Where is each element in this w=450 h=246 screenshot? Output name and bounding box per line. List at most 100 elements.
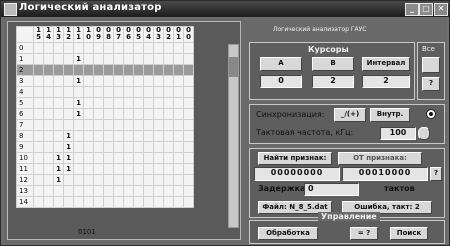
grid-cell[interactable] (83, 119, 94, 131)
grid-cell[interactable] (103, 141, 114, 153)
grid-cell[interactable] (83, 185, 94, 197)
grid-cell[interactable] (33, 130, 44, 142)
grid-row[interactable]: 31 (16, 75, 194, 87)
grid-cell[interactable] (163, 130, 174, 142)
grid-cell[interactable] (63, 174, 74, 186)
grid-cell[interactable]: 1 (53, 163, 64, 175)
grid-cell[interactable] (73, 196, 84, 208)
grid-cell[interactable] (103, 108, 114, 120)
search-button[interactable]: Поиск (390, 227, 428, 240)
grid-cell[interactable]: 1 (73, 53, 84, 65)
grid-cell[interactable] (183, 97, 194, 109)
cursor-a-button[interactable]: А (260, 57, 302, 71)
grid-cell[interactable] (83, 108, 94, 120)
grid-cell[interactable] (93, 174, 104, 186)
grid-cell[interactable] (33, 64, 44, 76)
grid-cell[interactable] (123, 86, 134, 98)
grid-cell[interactable] (103, 75, 114, 87)
grid-cell[interactable] (153, 130, 164, 142)
mode-select[interactable]: Обработка (258, 227, 318, 240)
grid-cell[interactable] (123, 42, 134, 54)
grid-cell[interactable] (113, 86, 124, 98)
grid-cell[interactable] (43, 75, 54, 87)
grid-cell[interactable] (143, 185, 154, 197)
grid-cell[interactable]: 1 (63, 152, 74, 164)
grid-cell[interactable] (123, 163, 134, 175)
grid-cell[interactable] (173, 185, 184, 197)
grid-cell[interactable] (93, 42, 104, 54)
grid-cell[interactable] (113, 185, 124, 197)
grid-cell[interactable] (173, 152, 184, 164)
grid-cell[interactable] (33, 185, 44, 197)
grid-row[interactable]: 81 (16, 130, 194, 142)
grid-cell[interactable] (153, 174, 164, 186)
grid-cell[interactable] (83, 86, 94, 98)
grid-cell[interactable] (163, 42, 174, 54)
grid-cell[interactable] (173, 174, 184, 186)
grid-cell[interactable]: 1 (53, 152, 64, 164)
grid-cell[interactable] (153, 163, 164, 175)
grid-cell[interactable] (43, 163, 54, 175)
grid-cell[interactable] (133, 97, 144, 109)
grid-column-header[interactable]: 00 (183, 26, 194, 43)
grid-cell[interactable] (143, 141, 154, 153)
grid-cell[interactable] (143, 53, 154, 65)
grid-cell[interactable] (163, 108, 174, 120)
maximize-button[interactable]: □ (419, 3, 433, 16)
grid-column-header[interactable]: 14 (43, 26, 54, 43)
grid-cell[interactable] (83, 174, 94, 186)
grid-cell[interactable] (73, 141, 84, 153)
grid-cell[interactable] (33, 174, 44, 186)
delay-field[interactable]: 0 (304, 183, 359, 196)
grid-cell[interactable] (33, 141, 44, 153)
grid-cell[interactable] (53, 196, 64, 208)
grid-cell[interactable] (183, 86, 194, 98)
grid-cell[interactable] (43, 108, 54, 120)
grid-cell[interactable] (143, 42, 154, 54)
grid-cell[interactable] (53, 42, 64, 54)
grid-cell[interactable] (153, 196, 164, 208)
grid-column-header[interactable]: 07 (113, 26, 124, 43)
grid-cell[interactable] (43, 152, 54, 164)
grid-cell[interactable] (113, 42, 124, 54)
grid-cell[interactable] (123, 53, 134, 65)
grid-cell[interactable] (113, 152, 124, 164)
grid-cell[interactable]: 1 (53, 174, 64, 186)
grid-column-header[interactable]: 05 (133, 26, 144, 43)
grid-cell[interactable] (173, 53, 184, 65)
grid-column-header[interactable]: 01 (173, 26, 184, 43)
grid-cell[interactable] (53, 97, 64, 109)
grid-cell[interactable] (163, 64, 174, 76)
grid-cell[interactable] (123, 130, 134, 142)
grid-cell[interactable] (93, 53, 104, 65)
interval-button[interactable]: Интервал (362, 57, 410, 71)
grid-cell[interactable] (163, 53, 174, 65)
grid-cell[interactable] (113, 97, 124, 109)
grid-cell[interactable] (63, 86, 74, 98)
grid-cell[interactable] (143, 86, 154, 98)
grid-cell[interactable] (183, 196, 194, 208)
grid-cell[interactable] (143, 119, 154, 131)
grid-cell[interactable] (53, 141, 64, 153)
grid-cell[interactable] (183, 42, 194, 54)
grid-cell[interactable] (113, 75, 124, 87)
grid-cell[interactable] (83, 163, 94, 175)
grid-row[interactable]: 14 (16, 196, 194, 208)
grid-cell[interactable] (123, 196, 134, 208)
grid-column-header[interactable]: 15 (33, 26, 44, 43)
grid-cell[interactable] (73, 152, 84, 164)
grid-column-header[interactable]: 11 (73, 26, 84, 43)
grid-cell[interactable] (183, 119, 194, 131)
grid-cell[interactable] (83, 196, 94, 208)
grid-row[interactable]: 4 (16, 86, 194, 98)
grid-cell[interactable] (163, 119, 174, 131)
grid-column-header[interactable]: 06 (123, 26, 134, 43)
grid-cell[interactable] (173, 163, 184, 175)
grid-cell[interactable] (63, 185, 74, 197)
grid-cell[interactable] (133, 119, 144, 131)
grid-row[interactable]: 11 1 1 (16, 163, 194, 175)
cursor-b-button[interactable]: В (312, 57, 354, 71)
grid-cell[interactable] (103, 196, 114, 208)
grid-cell[interactable] (93, 108, 104, 120)
grid-cell[interactable] (143, 174, 154, 186)
